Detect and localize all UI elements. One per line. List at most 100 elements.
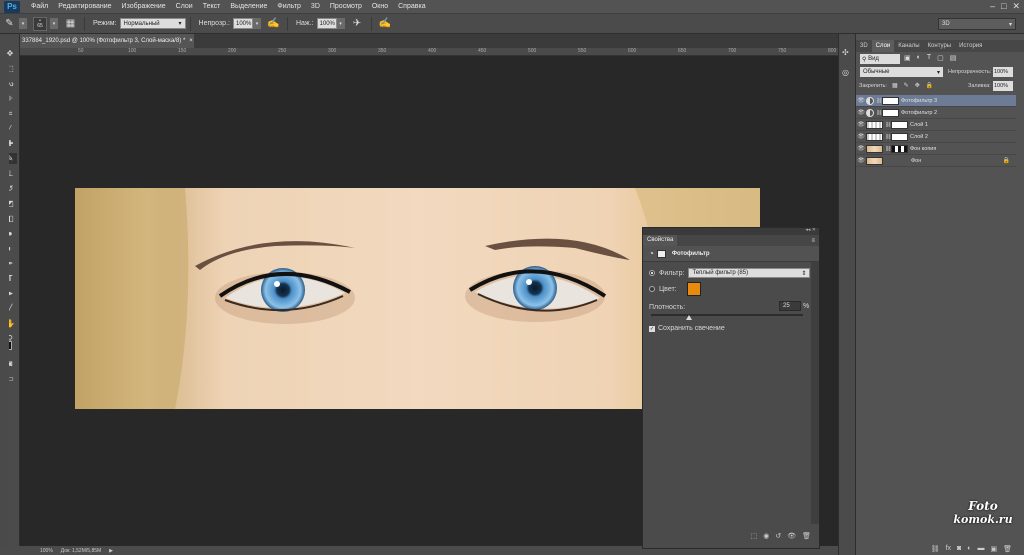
eye-icon[interactable]: 👁	[856, 145, 866, 152]
layer-row[interactable]: 👁 ⛓ Слой 2	[856, 131, 1016, 143]
document-info[interactable]: Док: 1,52М/5,85М	[61, 548, 101, 554]
flow-field[interactable]: 100%	[316, 18, 337, 29]
tab-properties[interactable]: Свойства	[643, 235, 678, 246]
menu-select[interactable]: Выделение	[225, 0, 272, 14]
3d-panel-icon[interactable]: ◎	[842, 68, 849, 77]
brush-tool-icon[interactable]: ✎	[3, 17, 16, 30]
zoom-level[interactable]: 100%	[40, 548, 53, 554]
mode-select[interactable]: Нормальный ▾	[119, 18, 186, 29]
eye-icon[interactable]: 👁	[856, 157, 866, 164]
adjustment-filter-icon[interactable]: ◐	[917, 54, 921, 62]
trash-icon[interactable]: 🗑	[1003, 545, 1012, 553]
new-group-icon[interactable]: ▬	[977, 545, 984, 552]
properties-header[interactable]: ◂◂ ✕	[643, 227, 819, 235]
density-field[interactable]: 25	[779, 301, 801, 311]
panel-menu-icon[interactable]: ≡	[811, 238, 815, 244]
minimize-icon[interactable]: –	[990, 1, 995, 12]
layer-name[interactable]: Слой 1	[910, 122, 928, 128]
pixel-filter-icon[interactable]: ▣	[904, 54, 911, 62]
lock-move-icon[interactable]: ✥	[915, 82, 920, 89]
layer-name[interactable]: Фон копия	[910, 146, 936, 152]
layer-row[interactable]: 👁 ⛓ Фотофильтр 3	[856, 95, 1016, 107]
new-layer-icon[interactable]: ▣	[990, 545, 997, 553]
shape-filter-icon[interactable]: ▢	[937, 54, 944, 62]
document-tab[interactable]: 337884_1920.psd @ 100% (Фотофильтр 3, Сл…	[20, 34, 194, 48]
layer-fill-field[interactable]: 100%	[993, 81, 1013, 91]
lock-all-icon[interactable]: 🔒	[926, 82, 933, 89]
trash-icon[interactable]: 🗑	[802, 532, 811, 540]
eye-icon[interactable]: 👁	[856, 133, 866, 140]
layer-name[interactable]: Слой 2	[910, 134, 928, 140]
layer-mask-thumbnail[interactable]	[882, 96, 899, 105]
layer-mask-thumbnail[interactable]	[891, 132, 908, 141]
tab-3d[interactable]: 3D	[856, 40, 872, 52]
layer-row[interactable]: 👁 Фон 🔒	[856, 155, 1016, 167]
menu-view[interactable]: Просмотр	[325, 0, 367, 14]
opacity-dropdown[interactable]: ▾	[252, 18, 261, 29]
menu-file[interactable]: Файл	[26, 0, 53, 14]
tab-channels[interactable]: Каналы	[894, 40, 923, 52]
brush-panel-icon[interactable]: ▦	[64, 17, 77, 30]
layer-row[interactable]: 👁 ⛓ Фон копия	[856, 143, 1016, 155]
view-previous-icon[interactable]: ◉	[763, 532, 769, 540]
pressure-size-icon[interactable]: ✍	[379, 17, 392, 30]
layer-mask-thumbnail[interactable]	[891, 120, 908, 129]
menu-layers[interactable]: Слои	[171, 0, 198, 14]
link-layers-icon[interactable]: ⛓	[931, 545, 940, 553]
menu-image[interactable]: Изображение	[117, 0, 171, 14]
smart-filter-icon[interactable]: ▤	[950, 54, 957, 62]
layer-name[interactable]: Фотофильтр 3	[901, 98, 937, 104]
tool-preset-dropdown[interactable]: ▾	[19, 18, 27, 29]
layer-opacity-field[interactable]: 100%	[993, 67, 1013, 77]
lock-transparent-icon[interactable]: ▦	[892, 82, 898, 89]
tab-history[interactable]: История	[955, 40, 986, 52]
workspace-select[interactable]: 3D ▾	[938, 18, 1016, 30]
pressure-opacity-icon[interactable]: ✍	[267, 17, 280, 30]
eye-icon[interactable]: 👁	[856, 121, 866, 128]
opacity-field[interactable]: 100%	[232, 18, 253, 29]
reset-icon[interactable]: ↺	[775, 532, 781, 540]
layer-row[interactable]: 👁 ⛓ Фотофильтр 2	[856, 107, 1016, 119]
layer-name[interactable]: Фотофильтр 2	[901, 110, 937, 116]
tool-presets-icon[interactable]: ✣	[842, 48, 849, 57]
layer-thumbnail[interactable]	[866, 132, 883, 141]
color-radio[interactable]	[649, 286, 655, 292]
properties-scrollbar[interactable]	[811, 262, 819, 524]
mask-icon[interactable]	[656, 249, 666, 258]
type-filter-icon[interactable]: T	[927, 54, 931, 62]
layer-thumbnail[interactable]	[866, 156, 883, 165]
tab-layers[interactable]: Слои	[871, 40, 895, 52]
tab-paths[interactable]: Контуры	[924, 40, 956, 52]
brush-size-picker[interactable]: • 65	[33, 16, 47, 31]
color-swatch[interactable]	[686, 282, 701, 296]
status-arrow-icon[interactable]: ▶	[109, 548, 113, 554]
close-icon[interactable]: ✕	[1012, 1, 1020, 12]
flow-dropdown[interactable]: ▾	[336, 18, 345, 29]
layer-kind-filter[interactable]: ⚲ Вид	[860, 54, 900, 64]
layer-mask-thumbnail[interactable]	[882, 108, 899, 117]
new-adjustment-icon[interactable]: ◐	[967, 545, 971, 552]
menu-type[interactable]: Текст	[198, 0, 226, 14]
visibility-icon[interactable]: 👁	[787, 532, 796, 540]
filter-radio[interactable]	[649, 270, 655, 276]
add-mask-icon[interactable]: ◙	[957, 545, 961, 552]
lock-paint-icon[interactable]: ✎	[904, 82, 909, 89]
eye-icon[interactable]: 👁	[856, 109, 866, 116]
menu-3d[interactable]: 3D	[306, 0, 325, 14]
collapse-panel-icon[interactable]: ◂◂ ✕	[805, 227, 816, 233]
airbrush-icon[interactable]: ✈	[351, 17, 364, 30]
menu-help[interactable]: Справка	[393, 0, 430, 14]
density-slider-thumb[interactable]	[686, 315, 692, 320]
menu-window[interactable]: Окно	[367, 0, 393, 14]
menu-edit[interactable]: Редактирование	[53, 0, 116, 14]
blend-mode-select[interactable]: Обычные ▾	[860, 67, 943, 77]
preserve-checkbox[interactable]: ✓	[649, 325, 655, 332]
density-slider-track[interactable]	[651, 314, 803, 316]
layer-thumbnail[interactable]	[866, 120, 883, 129]
brush-picker-dropdown[interactable]: ▾	[50, 18, 58, 29]
fx-icon[interactable]: fx	[946, 545, 951, 552]
close-tab-icon[interactable]: ×	[189, 38, 193, 44]
filter-select[interactable]: Теплый фильтр (85) ⇕	[688, 268, 811, 278]
eye-icon[interactable]: 👁	[856, 97, 866, 104]
maximize-icon[interactable]: □	[1001, 1, 1006, 12]
